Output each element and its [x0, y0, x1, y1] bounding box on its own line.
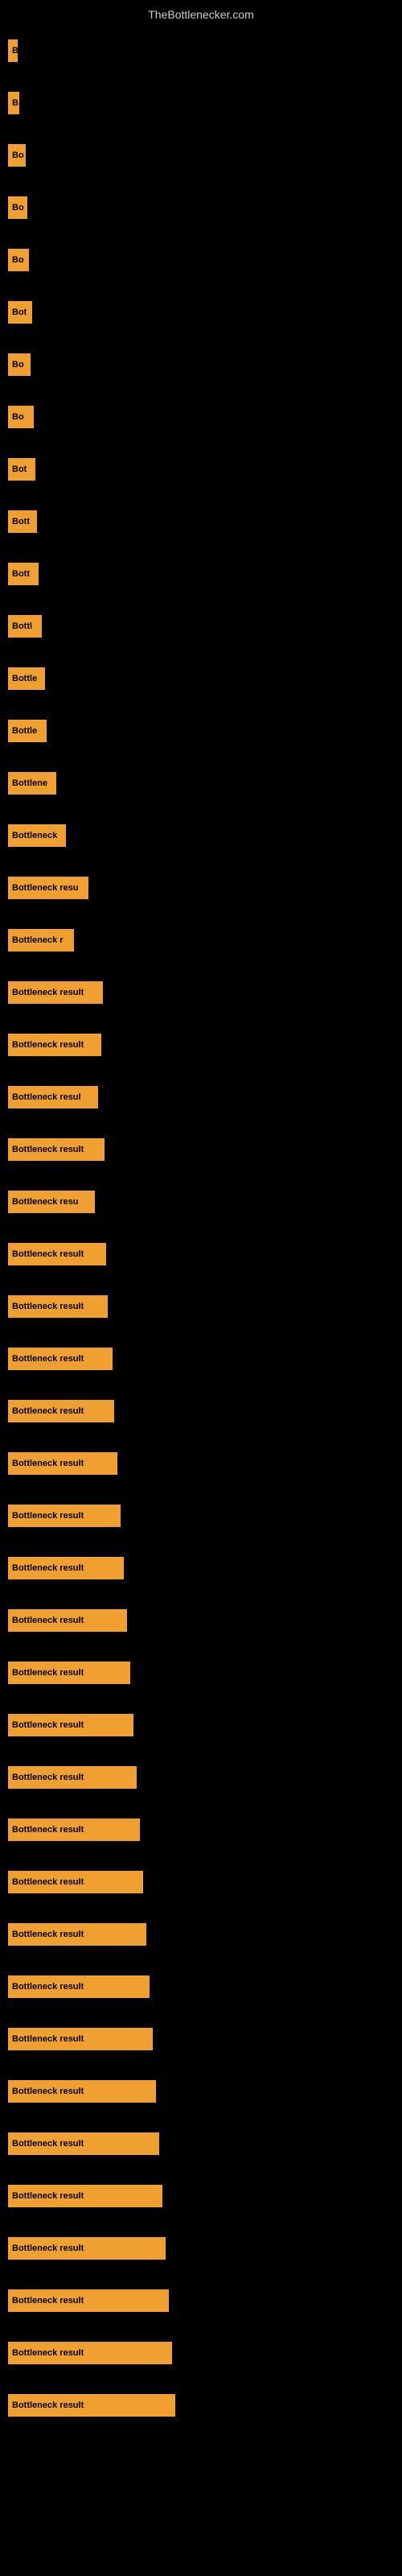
bar-row: Bottleneck result — [8, 2274, 394, 2326]
bar-row: Bottleneck result — [8, 1123, 394, 1175]
bar-label: Bottleneck resu — [8, 877, 88, 899]
bar-row: Bottleneck result — [8, 2222, 394, 2274]
bar-row: Bottleneck result — [8, 1908, 394, 1960]
bar-row: Bottleneck result — [8, 2169, 394, 2222]
bar-row: Bottleneck result — [8, 1385, 394, 1437]
bar-label: Bottleneck result — [8, 2342, 172, 2364]
bar-label: Bottleneck result — [8, 2289, 169, 2312]
bar-label: Bottleneck result — [8, 1975, 150, 1998]
bar-label: Bo — [8, 353, 31, 376]
bar-row: Bottleneck result — [8, 1489, 394, 1542]
bar-row: Bottle — [8, 652, 394, 704]
bar-label: Bottleneck result — [8, 1714, 133, 1736]
bar-label: B — [8, 92, 19, 114]
bar-label: Bot — [8, 458, 35, 481]
bar-row: Bottleneck result — [8, 2065, 394, 2117]
bar-row: Bot — [8, 286, 394, 338]
bar-row: B — [8, 24, 394, 76]
bar-row: Bottleneck result — [8, 1228, 394, 1280]
bar-row: Bottleneck result — [8, 1542, 394, 1594]
bar-row: Bo — [8, 338, 394, 390]
bar-row: Bottleneck resul — [8, 1071, 394, 1123]
bar-label: Bottleneck result — [8, 1400, 114, 1422]
bar-label: Bottleneck result — [8, 1766, 137, 1789]
bar-row: Bottleneck resu — [8, 861, 394, 914]
bar-label: Bottleneck — [8, 824, 66, 847]
bar-label: Bottleneck result — [8, 1871, 143, 1893]
bar-label: Bottleneck result — [8, 2080, 156, 2103]
bar-row: Bottle — [8, 704, 394, 757]
bar-row: Bottleneck result — [8, 1803, 394, 1856]
bar-row: Bottlene — [8, 757, 394, 809]
bar-label: Bottleneck r — [8, 929, 74, 952]
bar-row: Bottleneck result — [8, 2326, 394, 2379]
bar-label: Bottleneck result — [8, 2185, 162, 2207]
bar-label: Bottleneck result — [8, 1243, 106, 1265]
bar-row: B — [8, 76, 394, 129]
bar-row: Bottleneck result — [8, 1594, 394, 1646]
bar-row: Bottleneck result — [8, 1437, 394, 1489]
bar-row: Bott — [8, 495, 394, 547]
bar-label: Bottleneck result — [8, 1138, 105, 1161]
bar-label: Bottleneck result — [8, 1034, 101, 1056]
bar-row: Bottleneck result — [8, 1960, 394, 2013]
bar-row: Bottleneck result — [8, 1018, 394, 1071]
bar-label: Bottleneck result — [8, 1505, 121, 1527]
bar-label: Bottleneck result — [8, 1557, 124, 1579]
bar-label: Bottleneck result — [8, 981, 103, 1004]
bar-row: Bottleneck result — [8, 1699, 394, 1751]
bar-row: Bottleneck result — [8, 1751, 394, 1803]
bar-row: Bo — [8, 390, 394, 443]
bar-row: Bottleneck result — [8, 966, 394, 1018]
bar-row: Bottleneck result — [8, 1646, 394, 1699]
bars-container: B B Bo Bo Bo Bot Bo Bo Bot Bott Bott Bottl Bottle Bot… — [0, 24, 402, 2431]
bar-label: Bottleneck result — [8, 1348, 113, 1370]
bar-row: Bottl — [8, 600, 394, 652]
bar-row: Bottleneck result — [8, 1280, 394, 1332]
bar-label: Bottleneck result — [8, 1818, 140, 1841]
bar-row: Bo — [8, 181, 394, 233]
bar-label: Bo — [8, 196, 27, 219]
bar-row: Bottleneck result — [8, 2379, 394, 2431]
bar-row: Bottleneck — [8, 809, 394, 861]
bar-label: Bot — [8, 301, 32, 324]
bar-label: Bo — [8, 249, 29, 271]
bar-label: Bottleneck result — [8, 1923, 146, 1946]
bar-label: B — [8, 39, 18, 62]
bar-label: Bottleneck result — [8, 1609, 127, 1632]
bar-label: Bottleneck result — [8, 2132, 159, 2155]
bar-label: Bottleneck result — [8, 1662, 130, 1684]
bar-row: Bo — [8, 129, 394, 181]
bar-label: Bottleneck result — [8, 2237, 166, 2260]
bar-row: Bottleneck r — [8, 914, 394, 966]
bar-row: Bottleneck result — [8, 2117, 394, 2169]
bar-label: Bott — [8, 563, 39, 585]
bar-row: Bottleneck result — [8, 2013, 394, 2065]
bar-label: Bottlene — [8, 772, 56, 795]
bar-row: Bo — [8, 233, 394, 286]
bar-label: Bottleneck resu — [8, 1191, 95, 1213]
bar-label: Bottl — [8, 615, 42, 638]
bar-label: Bott — [8, 510, 37, 533]
bar-row: Bott — [8, 547, 394, 600]
bar-label: Bottleneck resul — [8, 1086, 98, 1108]
bar-row: Bottleneck result — [8, 1332, 394, 1385]
bar-label: Bottleneck result — [8, 1452, 117, 1475]
bar-label: Bo — [8, 144, 26, 167]
bar-label: Bottle — [8, 720, 47, 742]
bar-row: Bottleneck resu — [8, 1175, 394, 1228]
bar-row: Bottleneck result — [8, 1856, 394, 1908]
bar-label: Bottleneck result — [8, 2394, 175, 2417]
bar-label: Bottleneck result — [8, 2028, 153, 2050]
bar-row: Bot — [8, 443, 394, 495]
bar-label: Bottle — [8, 667, 45, 690]
bar-label: Bottleneck result — [8, 1295, 108, 1318]
bar-label: Bo — [8, 406, 34, 428]
